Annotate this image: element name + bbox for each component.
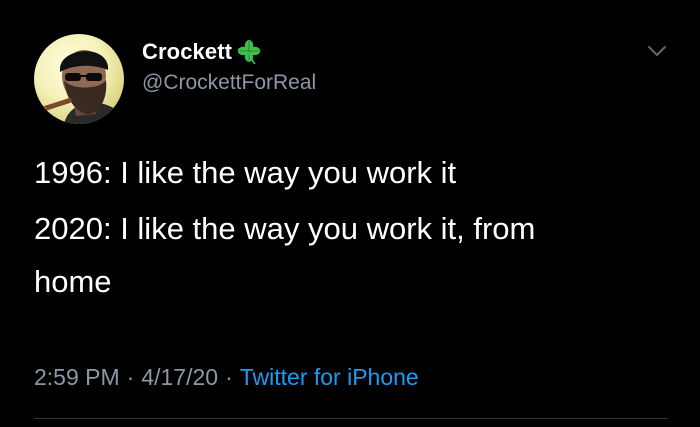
tweet-date[interactable]: 4/17/20 (141, 364, 218, 390)
divider (34, 418, 668, 419)
tweet-line-3: home (34, 264, 112, 299)
chevron-down-icon[interactable] (644, 38, 670, 64)
tweet-text: 1996: I like the way you work it 2020: I… (34, 146, 664, 308)
tweet-line-1: 1996: I like the way you work it (34, 155, 457, 190)
author-name-row[interactable]: Crockett (142, 37, 262, 67)
meta-separator: · (225, 364, 233, 390)
tweet-metadata: 2:59 PM · 4/17/20 · Twitter for iPhone (34, 364, 419, 391)
avatar[interactable] (34, 34, 124, 124)
tweet-line-2: 2020: I like the way you work it, from (34, 211, 536, 246)
four-leaf-clover-icon (236, 39, 262, 65)
tweet-time[interactable]: 2:59 PM (34, 364, 120, 390)
display-name[interactable]: Crockett (142, 39, 232, 65)
author-handle[interactable]: @CrockettForReal (142, 71, 316, 95)
tweet-source-link[interactable]: Twitter for iPhone (240, 364, 419, 390)
tweet-card: Crockett @CrockettForReal 1996: I like t… (0, 0, 700, 427)
meta-separator: · (126, 364, 135, 390)
